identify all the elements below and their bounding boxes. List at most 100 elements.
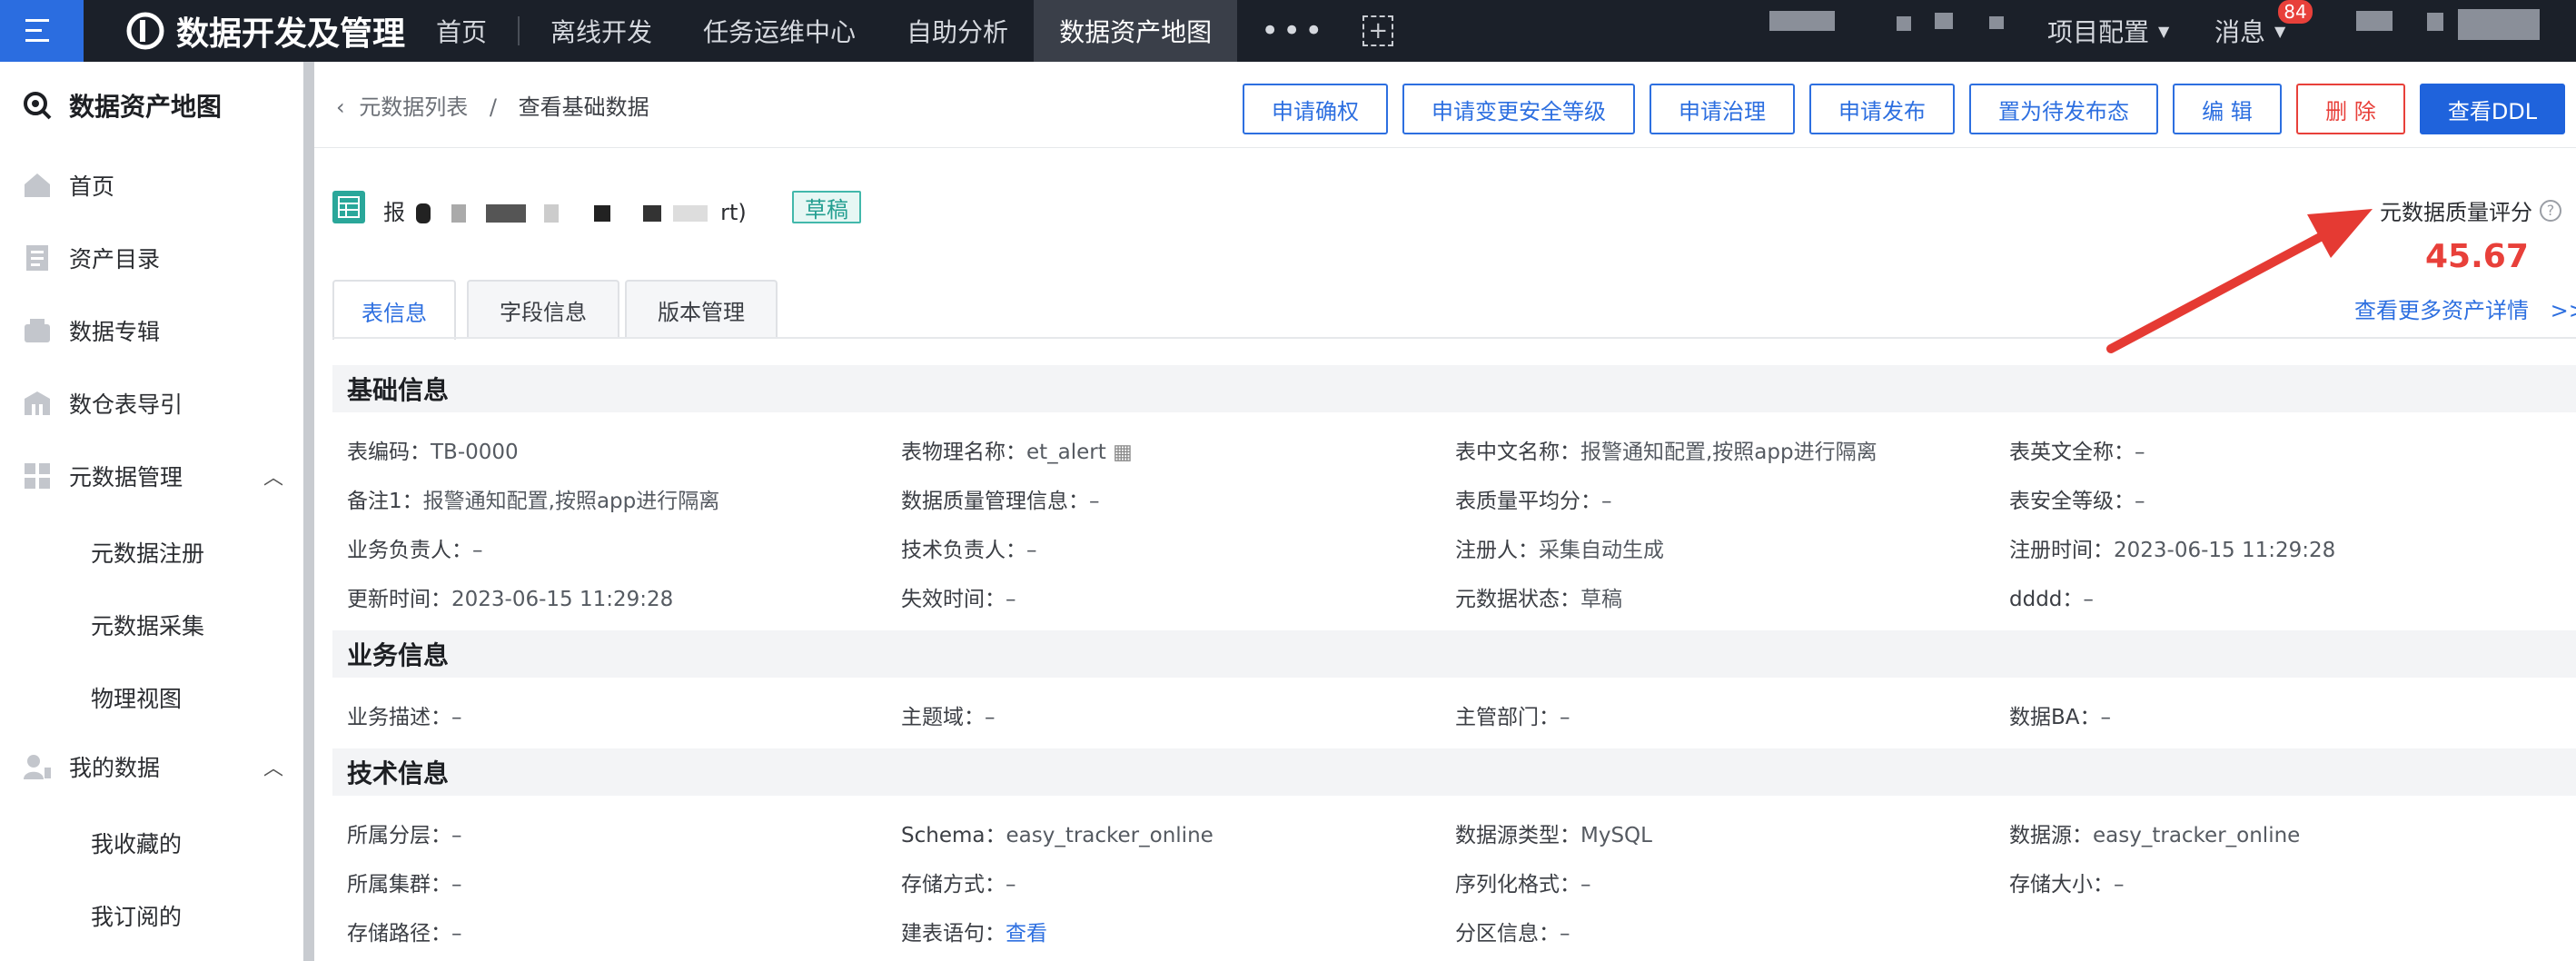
more-asset-details-link[interactable]: 查看更多资产详情 >> [2354,292,2576,324]
tab-table-info[interactable]: 表信息 [332,280,456,340]
redacted-block [1769,11,1835,31]
sidebar-item-warehouse[interactable]: 数仓表导引 [22,387,183,420]
chevron-up-icon[interactable]: ︿ [263,752,283,781]
field-value: – [2114,873,2125,897]
apply-security-level-change-button[interactable]: 申请变更安全等级 [1402,84,1635,134]
field-label: 失效时间： [901,588,1006,611]
sidebar-item-metadata-mgmt[interactable]: 元数据管理 [22,460,183,492]
field-value: – [451,922,462,946]
field-label: 表物理名称： [901,441,1026,464]
tab-field-info[interactable]: 字段信息 [467,280,619,338]
field-value: – [451,824,462,847]
sidebar-item-catalog[interactable]: 资产目录 [22,242,160,274]
basic-field: 表中文名称：报警通知配置,按照app进行隔离 [1455,434,1878,465]
field-label: 表质量平均分： [1455,490,1601,513]
tab-version-mgmt[interactable]: 版本管理 [625,280,778,338]
field-value: 报警通知配置,按照app进行隔离 [1580,441,1878,464]
edit-button[interactable]: 编 辑 [2173,84,2282,134]
tech-field: 数据源：easy_tracker_online [2009,817,2300,848]
field-label: 业务负责人： [347,539,472,562]
quality-score-value: 45.67 [2425,238,2529,275]
nav-offline-dev[interactable]: 离线开发 [525,0,678,62]
field-value: – [451,706,462,729]
business-field: 业务描述：– [347,699,462,730]
field-value: 草稿 [1580,588,1622,611]
field-label: 表英文全称： [2009,441,2135,464]
sidebar-item-subscriptions[interactable]: 我订阅的 [91,899,182,932]
warehouse-icon [22,388,53,419]
nav-home[interactable]: 首页 [411,0,512,62]
basic-field: 数据质量管理信息：– [901,483,1100,514]
sidebar-item-metadata-collect[interactable]: 元数据采集 [91,609,204,641]
section-basic-info: 基础信息 [332,365,2576,412]
field-value: easy_tracker_online [1006,824,1214,847]
project-config-dropdown[interactable]: 项目配置 ▼ [2047,0,2169,62]
app-title: 数据开发及管理 [176,15,406,53]
apply-publish-button[interactable]: 申请发布 [1809,84,1955,134]
set-pending-publish-button[interactable]: 置为待发布态 [1969,84,2158,134]
table-grid-icon[interactable]: ▦ [1106,441,1133,464]
field-label: 序列化格式： [1455,873,1580,897]
redacted-block [2356,11,2393,31]
sidebar-item-physical-view[interactable]: 物理视图 [91,681,182,714]
field-label: 业务描述： [347,706,451,729]
sidebar-item-my-data[interactable]: 我的数据 [22,750,160,783]
sidebar-item-home[interactable]: 首页 [22,169,114,202]
field-value: et_alert [1026,441,1106,464]
add-icon[interactable]: + [1362,15,1394,46]
apply-ownership-button[interactable]: 申请确权 [1243,84,1388,134]
grid-icon [22,461,53,491]
message-count-badge: 84 [2278,0,2313,24]
basic-field: 技术负责人：– [901,532,1037,563]
redacted-block [1935,13,1953,29]
breadcrumb-parent-link[interactable]: 元数据列表 [359,94,468,120]
basic-field: 更新时间：2023-06-15 11:29:28 [347,581,673,612]
sidebar-item-favorites[interactable]: 我收藏的 [91,827,182,859]
messages-dropdown[interactable]: 消息 ▼ [2214,0,2285,62]
redacted-block [642,205,661,222]
field-label: 存储方式： [901,873,1006,897]
nav-data-asset-map[interactable]: 数据资产地图 [1034,0,1238,62]
table-icon [332,191,365,223]
user-icon [22,751,53,782]
redacted-block [1989,16,2004,29]
nav-self-analysis[interactable]: 自助分析 [881,0,1034,62]
back-chevron-icon[interactable]: ‹ [336,94,345,120]
menu-toggle-button[interactable] [0,0,84,62]
breadcrumb-separator: / [489,94,497,120]
redacted-block [415,203,431,223]
section-tech-info: 技术信息 [332,748,2576,796]
nav-task-ops[interactable]: 任务运维中心 [678,0,881,62]
tech-field: 数据源类型：MySQL [1455,817,1652,848]
caret-down-icon: ▼ [2274,22,2286,40]
main-nav: 首页 离线开发 任务运维中心 自助分析 数据资产地图 ••• + [411,0,1394,62]
field-value: – [472,539,483,562]
user-avatar[interactable] [2458,9,2540,40]
apply-governance-button[interactable]: 申请治理 [1650,84,1795,134]
top-navbar: 数据开发及管理 首页 离线开发 任务运维中心 自助分析 数据资产地图 ••• +… [0,0,2576,62]
field-value: 2023-06-15 11:29:28 [2114,539,2336,562]
field-value: easy_tracker_online [2093,824,2301,847]
app-logo[interactable]: 数据开发及管理 [125,0,405,62]
main-content: ‹ 元数据列表 / 查看基础数据 申请确权 申请变更安全等级 申请治理 申请发布… [314,62,2576,961]
delete-button[interactable]: 删 除 [2296,84,2405,134]
menu-icon [25,19,49,42]
field-label: 数据源： [2009,824,2093,847]
chevron-up-icon[interactable]: ︿ [263,461,283,490]
field-value: – [1560,706,1570,729]
field-label: 元数据状态： [1455,588,1580,611]
basic-field: 注册时间：2023-06-15 11:29:28 [2009,532,2335,563]
project-config-label: 项目配置 [2047,17,2150,47]
sidebar-item-metadata-register[interactable]: 元数据注册 [91,536,204,569]
view-ddl-link[interactable]: 查看 [1006,922,1047,946]
sidebar-item-album[interactable]: 数据专辑 [22,314,160,347]
asset-map-icon [24,92,52,120]
field-value: 2023-06-15 11:29:28 [451,588,674,611]
view-ddl-button[interactable]: 查看DDL [2420,84,2565,134]
tab-underline [332,337,2576,339]
sidebar-scrollbar[interactable] [303,62,314,961]
field-label: 存储大小： [2009,873,2114,897]
more-icon[interactable]: ••• [1261,13,1326,49]
caret-down-icon: ▼ [2158,22,2170,40]
help-icon[interactable]: ? [2540,199,2561,222]
